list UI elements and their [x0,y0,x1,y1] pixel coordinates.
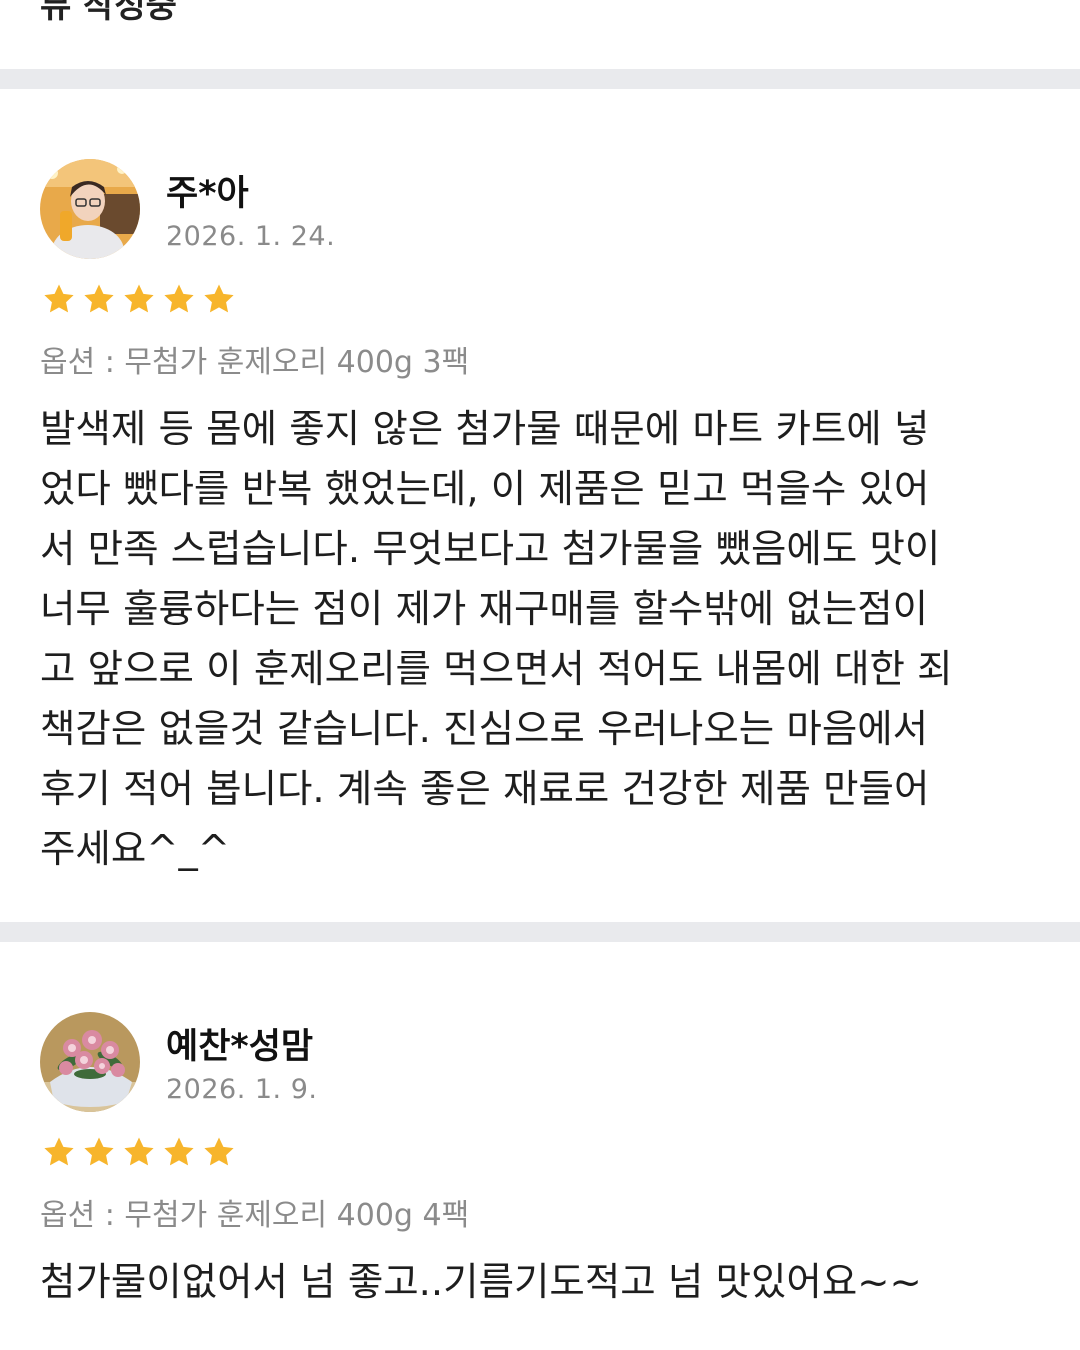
star-icon [164,284,194,313]
star-icon [84,284,114,313]
star-icon [44,284,74,313]
star-icon [84,1137,114,1166]
review-date: 2026. 1. 9. [166,1074,318,1105]
section-divider [0,922,1080,942]
reviewer-nickname: 주*아 [166,174,249,214]
star-rating [42,1135,236,1169]
avatar-photo-flowers [40,1012,140,1112]
star-icon [44,1137,74,1166]
purchase-option: 옵션 : 무첨가 훈제오리 400g 3팩 [40,345,470,380]
star-icon [204,1137,234,1166]
star-rating [42,282,236,316]
purchase-option: 옵션 : 무첨가 훈제오리 400g 4팩 [40,1198,470,1233]
star-icon [124,284,154,313]
star-icon [204,284,234,313]
star-icon [164,1137,194,1166]
review-body: 발색제 등 몸에 좋지 않은 첨가물 때문에 마트 카트에 넣 었다 뺐다를 반… [40,407,953,872]
avatar-photo-person [40,159,140,259]
review-body: 첨가물이없어서 넘 좋고..기름기도적고 넘 맛있어요~~ [40,1260,922,1305]
reviewer-nickname: 예찬*성맘 [166,1027,314,1067]
review-date: 2026. 1. 24. [166,221,336,252]
previous-section-heading: 뷰 작성중 [40,0,177,26]
star-icon [124,1137,154,1166]
avatar[interactable] [40,159,140,259]
section-divider [0,69,1080,89]
avatar[interactable] [40,1012,140,1112]
